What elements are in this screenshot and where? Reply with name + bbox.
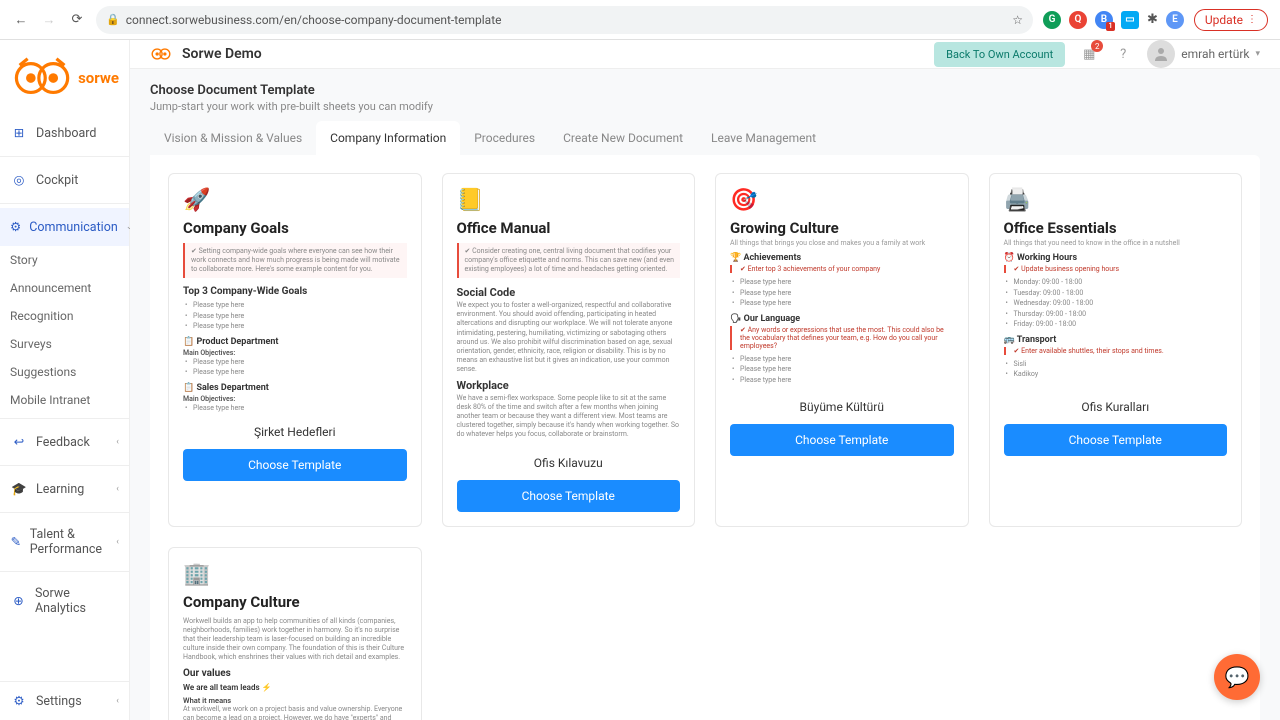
logo-text: sorwe [78, 69, 119, 87]
sidebar-item-settings[interactable]: ⚙ Settings ‹ [0, 682, 129, 720]
feedback-icon: ↩ [10, 433, 28, 451]
talent-icon: ✎ [10, 533, 22, 551]
template-icon: 🖨️ [1004, 188, 1228, 213]
ext-icon[interactable]: Q [1069, 11, 1087, 29]
template-name: Ofis Kılavuzu [457, 456, 681, 470]
tab-vision[interactable]: Vision & Mission & Values [150, 121, 316, 155]
template-icon: 🚀 [183, 188, 407, 213]
template-title: Office Manual [457, 219, 681, 237]
sidebar: sorwe ⊞ Dashboard ◎ Cockpit ⚙ Communicat… [0, 40, 130, 720]
forward-icon[interactable]: → [40, 11, 58, 29]
template-title: Company Culture [183, 593, 407, 611]
choose-template-button[interactable]: Choose Template [457, 480, 681, 512]
tab-leave[interactable]: Leave Management [697, 121, 830, 155]
extension-icons: G Q B1 ▭ ✱ E [1043, 11, 1184, 29]
template-card: 🏢 Company CultureWorkwell builds an app … [168, 547, 422, 720]
sidebar-item-analytics[interactable]: ⊕ Sorwe Analytics [0, 576, 129, 626]
sidebar-item-feedback[interactable]: ↩ Feedback ‹ [0, 423, 129, 461]
sidebar-item-learning[interactable]: 🎓 Learning ‹ [0, 470, 129, 508]
templates-panel: 🚀 Company Goals✔ Setting company-wide go… [150, 155, 1260, 720]
profile-icon[interactable]: E [1166, 11, 1184, 29]
lock-icon: 🔒 [106, 13, 120, 26]
chat-fab[interactable]: 💬 [1214, 654, 1260, 700]
template-preview: 🖨️ Office EssentialsAll things that you … [1004, 188, 1228, 388]
template-preview: 🎯 Growing CultureAll things that brings … [730, 188, 954, 388]
template-icon: 🏢 [183, 562, 407, 587]
cockpit-icon: ◎ [10, 171, 28, 189]
template-title: Office Essentials [1004, 219, 1228, 237]
analytics-icon: ⊕ [10, 592, 27, 610]
tab-create-new[interactable]: Create New Document [549, 121, 697, 155]
user-menu[interactable]: emrah ertürk ▾ [1147, 40, 1260, 68]
choose-template-button[interactable]: Choose Template [1004, 424, 1228, 456]
main-content: Sorwe Demo Back To Own Account ▦2 ? emra… [130, 40, 1280, 720]
sidebar-item-surveys[interactable]: Surveys [0, 330, 129, 358]
ext-icon[interactable]: B1 [1095, 11, 1113, 29]
template-name: Ofis Kuralları [1004, 400, 1228, 414]
star-icon[interactable]: ☆ [1012, 13, 1023, 27]
template-preview: 📒 Office Manual✔ Consider creating one, … [457, 188, 681, 444]
template-name: Büyüme Kültürü [730, 400, 954, 414]
template-card: 🖨️ Office EssentialsAll things that you … [989, 173, 1243, 527]
url-text: connect.sorwebusiness.com/en/choose-comp… [126, 13, 502, 27]
sidebar-item-communication[interactable]: ⚙ Communication ⌄ [0, 208, 129, 246]
topbar: Sorwe Demo Back To Own Account ▦2 ? emra… [130, 40, 1280, 69]
sidebar-item-cockpit[interactable]: ◎ Cockpit [0, 161, 129, 199]
page-title: Choose Document Template [150, 83, 1260, 98]
template-name: Şirket Hedefleri [183, 425, 407, 439]
help-icon[interactable]: ? [1113, 44, 1133, 64]
learning-icon: 🎓 [10, 480, 28, 498]
notifications-icon[interactable]: ▦2 [1079, 44, 1099, 64]
template-title: Company Goals [183, 219, 407, 237]
chevron-down-icon: ▾ [1255, 49, 1260, 59]
settings-icon: ⚙ [10, 692, 28, 710]
template-card: 🚀 Company Goals✔ Setting company-wide go… [168, 173, 422, 527]
template-card: 📒 Office Manual✔ Consider creating one, … [442, 173, 696, 527]
sidebar-item-story[interactable]: Story [0, 246, 129, 274]
template-card: 🎯 Growing CultureAll things that brings … [715, 173, 969, 527]
address-bar[interactable]: 🔒 connect.sorwebusiness.com/en/choose-co… [96, 6, 1033, 34]
choose-template-button[interactable]: Choose Template [183, 449, 407, 481]
chevron-icon: ‹ [116, 537, 119, 547]
dashboard-icon: ⊞ [10, 124, 28, 142]
chevron-icon: ‹ [116, 696, 119, 706]
browser-bar: ← → ⟳ 🔒 connect.sorwebusiness.com/en/cho… [0, 0, 1280, 40]
sidebar-item-announcement[interactable]: Announcement [0, 274, 129, 302]
tabs: Vision & Mission & Values Company Inform… [130, 121, 1280, 155]
tab-company-info[interactable]: Company Information [316, 121, 460, 155]
communication-icon: ⚙ [10, 218, 21, 236]
sidebar-item-dashboard[interactable]: ⊞ Dashboard [0, 114, 129, 152]
sidebar-item-talent[interactable]: ✎ Talent & Performance ‹ [0, 517, 129, 567]
owl-logo-icon [10, 54, 74, 102]
reload-icon[interactable]: ⟳ [68, 11, 86, 29]
template-icon: 📒 [457, 188, 681, 213]
template-title: Growing Culture [730, 219, 954, 237]
ext-icon[interactable]: ▭ [1121, 11, 1139, 29]
choose-template-button[interactable]: Choose Template [730, 424, 954, 456]
ext-icon[interactable]: G [1043, 11, 1061, 29]
back-to-account-button[interactable]: Back To Own Account [934, 42, 1065, 67]
template-preview: 🏢 Company CultureWorkwell builds an app … [183, 562, 407, 720]
chevron-icon: ‹ [116, 484, 119, 494]
template-preview: 🚀 Company Goals✔ Setting company-wide go… [183, 188, 407, 413]
logo[interactable]: sorwe [0, 48, 129, 114]
back-icon[interactable]: ← [12, 11, 30, 29]
brand-owl-icon [150, 43, 172, 65]
tab-procedures[interactable]: Procedures [460, 121, 549, 155]
page-header: Choose Document Template Jump-start your… [130, 69, 1280, 121]
extensions-icon[interactable]: ✱ [1147, 12, 1158, 27]
update-button[interactable]: Update ⋮ [1194, 9, 1268, 31]
chevron-icon: ‹ [116, 437, 119, 447]
sidebar-item-suggestions[interactable]: Suggestions [0, 358, 129, 386]
avatar [1147, 40, 1175, 68]
brand-name: Sorwe Demo [182, 46, 262, 62]
sidebar-item-recognition[interactable]: Recognition [0, 302, 129, 330]
template-icon: 🎯 [730, 188, 954, 213]
sidebar-item-mobile-intranet[interactable]: Mobile Intranet [0, 386, 129, 414]
page-subtitle: Jump-start your work with pre-built shee… [150, 100, 1260, 113]
